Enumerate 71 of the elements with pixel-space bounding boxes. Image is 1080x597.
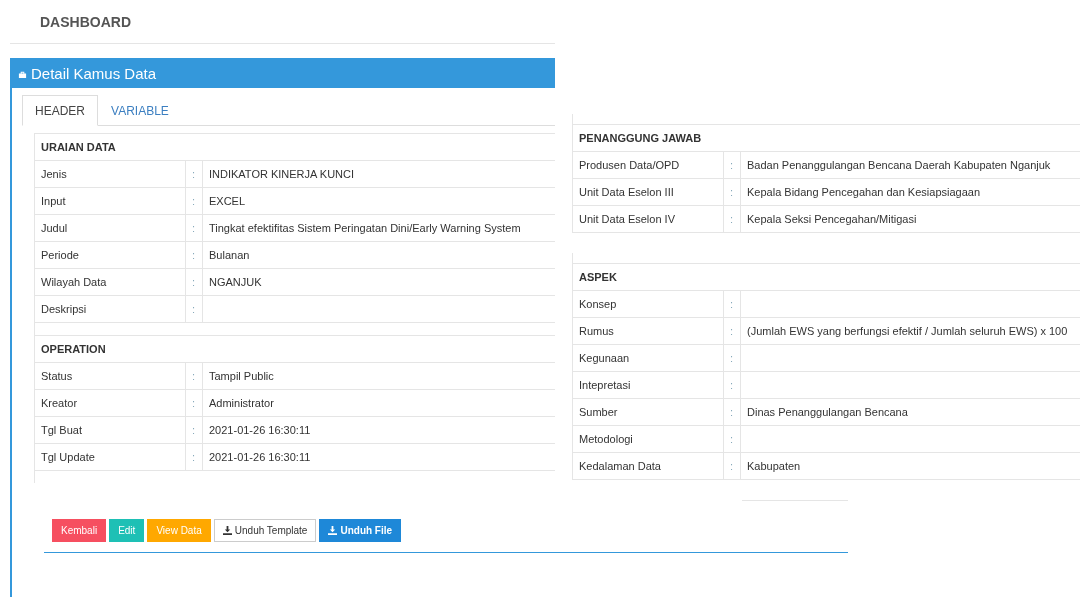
field-label: Unit Data Eselon III xyxy=(572,178,724,206)
tab[interactable]: HEADER xyxy=(22,95,98,126)
field-value: Dinas Penanggulangan Bencana xyxy=(740,398,1080,426)
briefcase-icon xyxy=(18,69,27,79)
colon: : xyxy=(723,151,741,179)
field-label: Rumus xyxy=(572,317,724,345)
colon: : xyxy=(185,295,203,323)
field-label: Periode xyxy=(35,241,186,269)
colon: : xyxy=(723,344,741,372)
field-value: (Jumlah EWS yang berfungsi efektif / Jumlah seluruh EWS) x 100 xyxy=(740,317,1080,345)
field-label: Intepretasi xyxy=(572,371,724,399)
field-label: Status xyxy=(35,362,186,390)
action-button[interactable]: View Data xyxy=(147,519,211,542)
field-label: Wilayah Data xyxy=(35,268,186,296)
field-value: Administrator xyxy=(202,389,555,417)
colon: : xyxy=(723,425,741,453)
action-button[interactable]: Edit xyxy=(109,519,145,542)
colon: : xyxy=(185,160,203,188)
tab[interactable]: VARIABLE xyxy=(98,95,182,126)
field-label: Deskripsi xyxy=(35,295,186,323)
colon: : xyxy=(723,290,741,318)
colon: : xyxy=(185,443,203,471)
colon: : xyxy=(723,452,741,480)
colon: : xyxy=(185,389,203,417)
colon: : xyxy=(723,178,741,206)
field-label: Konsep xyxy=(572,290,724,318)
field-value: NGANJUK xyxy=(202,268,555,296)
colon: : xyxy=(185,214,203,242)
field-value: Kepala Seksi Pencegahan/Mitigasi xyxy=(740,205,1080,233)
field-label: Kreator xyxy=(35,389,186,417)
colon: : xyxy=(723,317,741,345)
field-label: Tgl Update xyxy=(35,443,186,471)
field-label: Metodologi xyxy=(572,425,724,453)
colon: : xyxy=(185,362,203,390)
download-icon xyxy=(328,526,338,535)
action-button[interactable]: Kembali xyxy=(52,519,107,542)
field-value: Tampil Public xyxy=(202,362,555,390)
field-label: Kedalaman Data xyxy=(572,452,724,480)
field-value: Tingkat efektifitas Sistem Peringatan Dini/Early Warning System xyxy=(202,214,555,242)
colon: : xyxy=(723,371,741,399)
colon: : xyxy=(185,241,203,269)
colon: : xyxy=(185,416,203,444)
field-label: Produsen Data/OPD xyxy=(572,151,724,179)
field-value: 2021-01-26 16:30:11 xyxy=(202,416,555,444)
section-heading: PENANGGUNG JAWAB xyxy=(572,124,1080,152)
section-heading: OPERATION xyxy=(35,335,555,363)
download-icon xyxy=(222,526,232,535)
field-value: EXCEL xyxy=(202,187,555,215)
field-value: INDIKATOR KINERJA KUNCI xyxy=(202,160,555,188)
field-value: Bulanan xyxy=(202,241,555,269)
action-button[interactable]: Unduh Template xyxy=(213,519,317,542)
page-title: DASHBOARD xyxy=(40,13,131,30)
section-heading: URAIAN DATA xyxy=(35,133,555,161)
field-value: Kabupaten xyxy=(740,452,1080,480)
colon: : xyxy=(723,205,741,233)
field-value: Badan Penanggulangan Bencana Daerah Kabupaten Nganjuk xyxy=(740,151,1080,179)
field-label: Judul xyxy=(35,214,186,242)
field-value: Kepala Bidang Pencegahan dan Kesiapsiagaan xyxy=(740,178,1080,206)
colon: : xyxy=(185,268,203,296)
colon: : xyxy=(723,398,741,426)
field-label: Unit Data Eselon IV xyxy=(572,205,724,233)
section-heading: ASPEK xyxy=(572,263,1080,291)
field-label: Input xyxy=(35,187,186,215)
field-label: Tgl Buat xyxy=(35,416,186,444)
panel-title: Detail Kamus Data xyxy=(31,64,157,82)
field-value: 2021-01-26 16:30:11 xyxy=(202,443,555,471)
field-label: Jenis xyxy=(35,160,186,188)
action-button[interactable]: Unduh File xyxy=(319,519,402,542)
field-label: Kegunaan xyxy=(572,344,724,372)
colon: : xyxy=(185,187,203,215)
field-label: Sumber xyxy=(572,398,724,426)
